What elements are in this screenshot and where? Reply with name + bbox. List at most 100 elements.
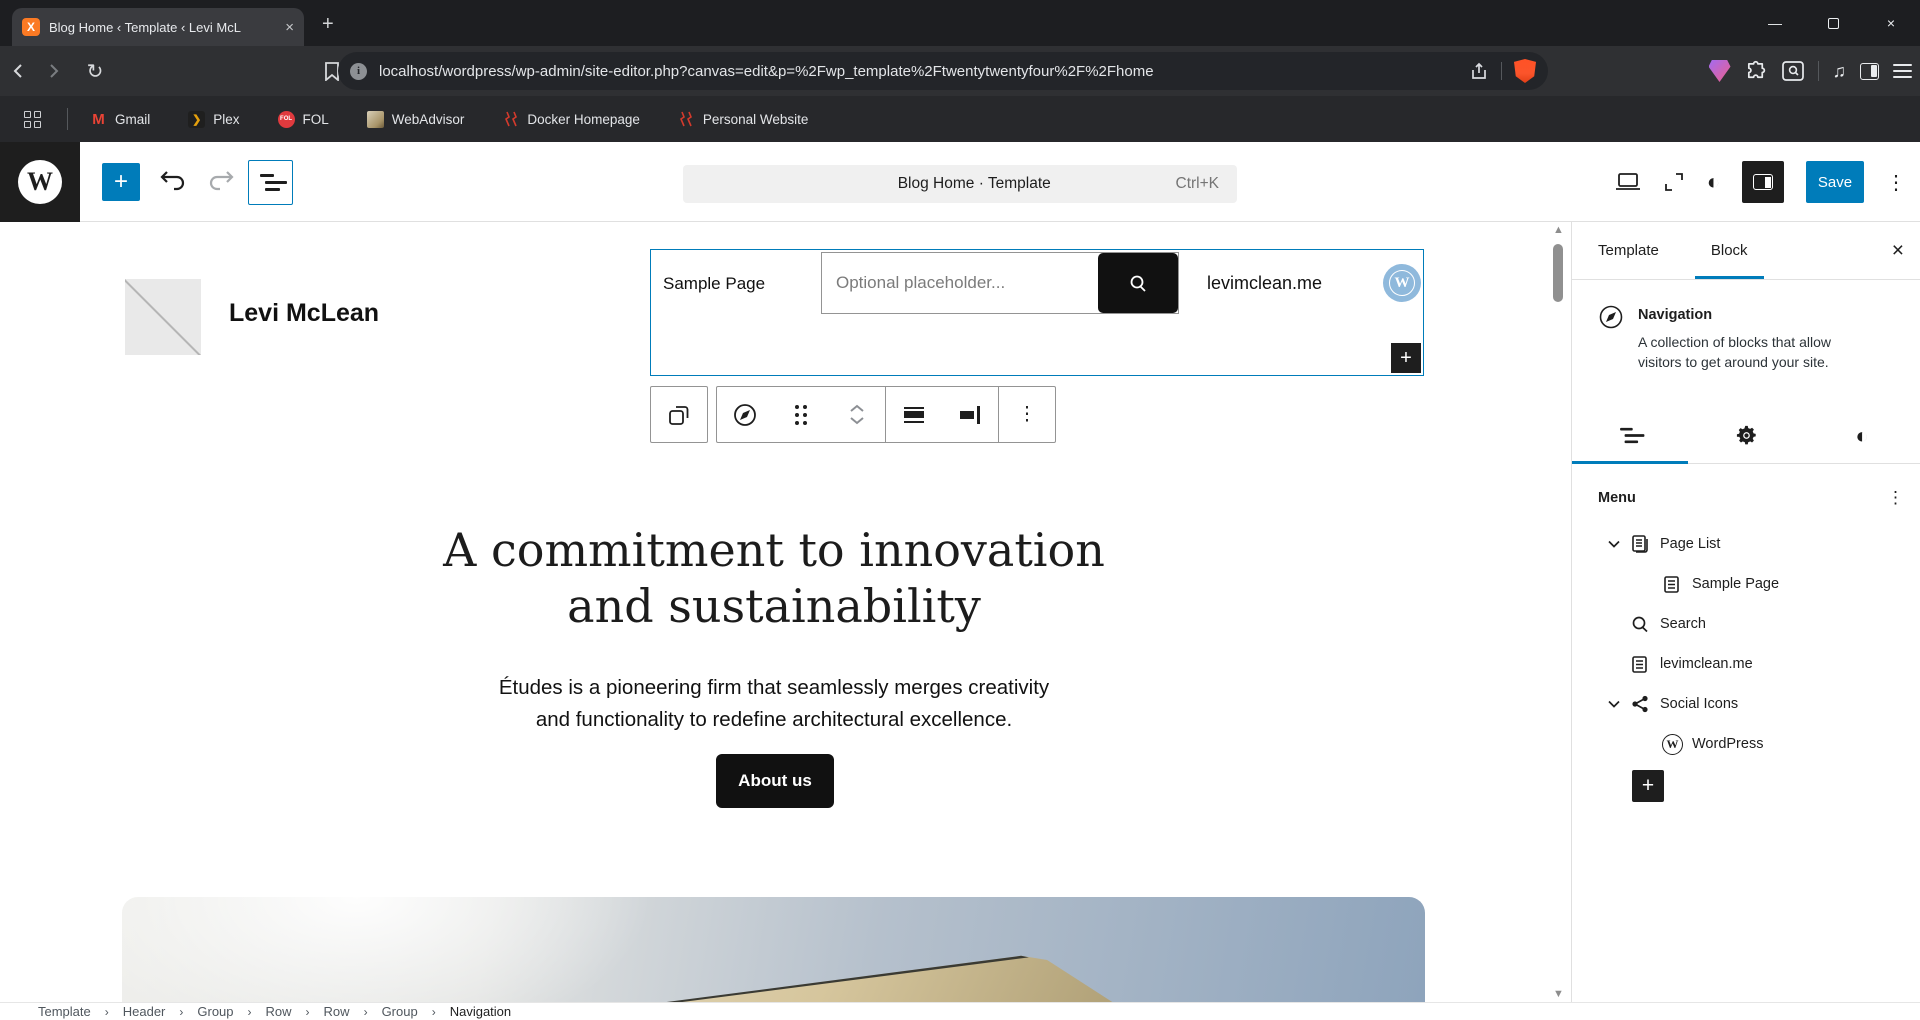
hero-heading[interactable]: A commitment to innovation and sustainab… [0, 522, 1548, 634]
tree-item-social-icons[interactable]: Social Icons [1572, 684, 1920, 724]
building-edge [122, 897, 1425, 1002]
page-icon [1630, 655, 1660, 674]
breadcrumb-item[interactable]: Row [324, 1004, 350, 1019]
site-title[interactable]: Levi McLean [229, 299, 379, 328]
brave-shields-icon[interactable] [1514, 59, 1536, 83]
redo-button[interactable] [206, 166, 236, 192]
zoom-out-icon[interactable] [1663, 171, 1685, 193]
reload-button[interactable]: ↻ [78, 59, 112, 84]
browser-tab[interactable]: X Blog Home ‹ Template ‹ Levi McL × [12, 8, 304, 46]
browser-menu-icon[interactable] [1893, 64, 1912, 78]
view-device-icon[interactable] [1615, 171, 1641, 193]
chevron-down-icon[interactable] [1608, 700, 1630, 708]
new-tab-button[interactable]: + [322, 14, 334, 34]
navigation-block-selected[interactable]: Sample Page levimclean.me W + [650, 249, 1424, 376]
block-appender-button[interactable]: + [1391, 343, 1421, 373]
window-minimize-button[interactable]: — [1746, 0, 1804, 46]
xampp-favicon-icon: X [22, 18, 40, 36]
tree-item-levimclean[interactable]: levimclean.me [1572, 644, 1920, 684]
media-control-icon[interactable]: ♫ [1833, 61, 1847, 82]
undo-button[interactable] [158, 166, 188, 192]
editor-canvas: Levi McLean Sample Page levimclean.me W … [0, 222, 1571, 1002]
side-panel-icon[interactable] [1860, 63, 1879, 80]
block-options-icon[interactable]: ⋮ [999, 387, 1055, 442]
move-up-down-buttons[interactable] [829, 387, 885, 442]
window-close-button[interactable]: × [1862, 0, 1920, 46]
tree-item-search[interactable]: Search [1572, 604, 1920, 644]
hero-image[interactable] [122, 897, 1425, 1002]
breadcrumb-item[interactable]: Group [382, 1004, 418, 1019]
breadcrumb-item[interactable]: Header [123, 1004, 166, 1019]
block-card-title: Navigation [1638, 304, 1878, 323]
nav-custom-link[interactable]: levimclean.me [1207, 273, 1322, 294]
wordpress-logo-button[interactable]: W [0, 142, 80, 222]
list-view-icon [1620, 428, 1640, 443]
social-wordpress-icon[interactable]: W [1383, 264, 1421, 302]
back-button[interactable] [10, 62, 44, 80]
tab-block[interactable]: Block [1707, 222, 1752, 279]
menu-options-icon[interactable]: ⋮ [1887, 488, 1904, 508]
tree-item-wordpress[interactable]: W WordPress [1572, 724, 1920, 764]
bookmark-personal-website[interactable]: Personal Website [678, 111, 809, 128]
block-toolbar: ⋮ [650, 386, 1056, 443]
brave-rewards-icon[interactable]: 1 [1709, 60, 1731, 82]
extensions-icon[interactable] [1745, 60, 1768, 83]
tree-item-page-list[interactable]: Page List [1572, 524, 1920, 564]
canvas-scrollbar[interactable]: ▲ ▼ [1552, 224, 1565, 1000]
window-maximize-button[interactable] [1804, 0, 1862, 46]
tab-close-icon[interactable]: × [285, 19, 294, 36]
navigation-block-icon [1598, 304, 1624, 373]
site-info-icon[interactable]: i [350, 63, 367, 80]
list-view-icon [260, 174, 282, 191]
drag-handle[interactable] [773, 387, 829, 442]
chevron-down-icon[interactable] [1608, 540, 1630, 548]
about-us-button[interactable]: About us [716, 754, 834, 808]
sidebar-search-icon[interactable] [1782, 61, 1804, 81]
justification-button[interactable] [886, 387, 942, 442]
apps-grid-icon[interactable] [24, 111, 41, 128]
styles-icon[interactable]: ◐ [1707, 171, 1720, 193]
search-submit-button[interactable] [1098, 253, 1178, 313]
address-bar[interactable]: i localhost/wordpress/wp-admin/site-edit… [338, 52, 1548, 90]
list-view-button[interactable] [248, 160, 293, 205]
save-button[interactable]: Save [1806, 161, 1864, 203]
subtab-styles[interactable]: ◐ [1804, 408, 1920, 463]
bookmark-webadvisor[interactable]: WebAdvisor [367, 111, 465, 128]
breadcrumb-item[interactable]: Template [38, 1004, 91, 1019]
scroll-up-icon[interactable]: ▲ [1552, 224, 1565, 236]
hero-paragraph[interactable]: Études is a pioneering firm that seamles… [0, 672, 1548, 736]
bookmark-docker-homepage[interactable]: Docker Homepage [502, 111, 640, 128]
scroll-down-icon[interactable]: ▼ [1552, 988, 1565, 1000]
breadcrumb-item[interactable]: Group [197, 1004, 233, 1019]
orientation-button[interactable] [942, 387, 998, 442]
bookmark-fol[interactable]: FOL FOL [278, 111, 329, 128]
command-palette[interactable]: Blog Home · Template Ctrl+K [683, 165, 1237, 203]
heading-line: and sustainability [567, 579, 981, 633]
add-block-button[interactable]: + [1632, 770, 1664, 802]
close-sidebar-icon[interactable]: × [1892, 239, 1904, 263]
share-icon[interactable] [1469, 61, 1489, 81]
url-text[interactable]: localhost/wordpress/wp-admin/site-editor… [379, 63, 1154, 80]
divider [67, 108, 68, 130]
scrollbar-thumb[interactable] [1553, 244, 1563, 302]
bookmarks-bar: M Gmail ❯ Plex FOL FOL WebAdvisor Docker… [0, 96, 1920, 142]
nav-search-block[interactable] [821, 252, 1179, 314]
forward-button[interactable] [44, 62, 78, 80]
divider [1501, 62, 1502, 80]
bookmark-gmail[interactable]: M Gmail [90, 111, 150, 128]
settings-toggle-button[interactable] [1742, 161, 1784, 203]
page-list-icon [1630, 534, 1660, 555]
tab-template[interactable]: Template [1594, 222, 1663, 279]
bookmark-plex[interactable]: ❯ Plex [188, 111, 239, 128]
tree-item-sample-page[interactable]: Sample Page [1572, 564, 1920, 604]
nav-page-link[interactable]: Sample Page [663, 274, 765, 294]
site-logo-placeholder[interactable] [125, 279, 201, 355]
block-inserter-button[interactable]: + [102, 163, 140, 201]
breadcrumb-item[interactable]: Row [266, 1004, 292, 1019]
select-parent-button[interactable] [651, 387, 707, 442]
subtab-list-view[interactable] [1572, 408, 1688, 463]
navigation-block-icon[interactable] [717, 387, 773, 442]
subtab-settings[interactable] [1688, 408, 1804, 463]
search-input[interactable] [822, 273, 1098, 293]
editor-options-icon[interactable]: ⋮ [1886, 170, 1906, 195]
